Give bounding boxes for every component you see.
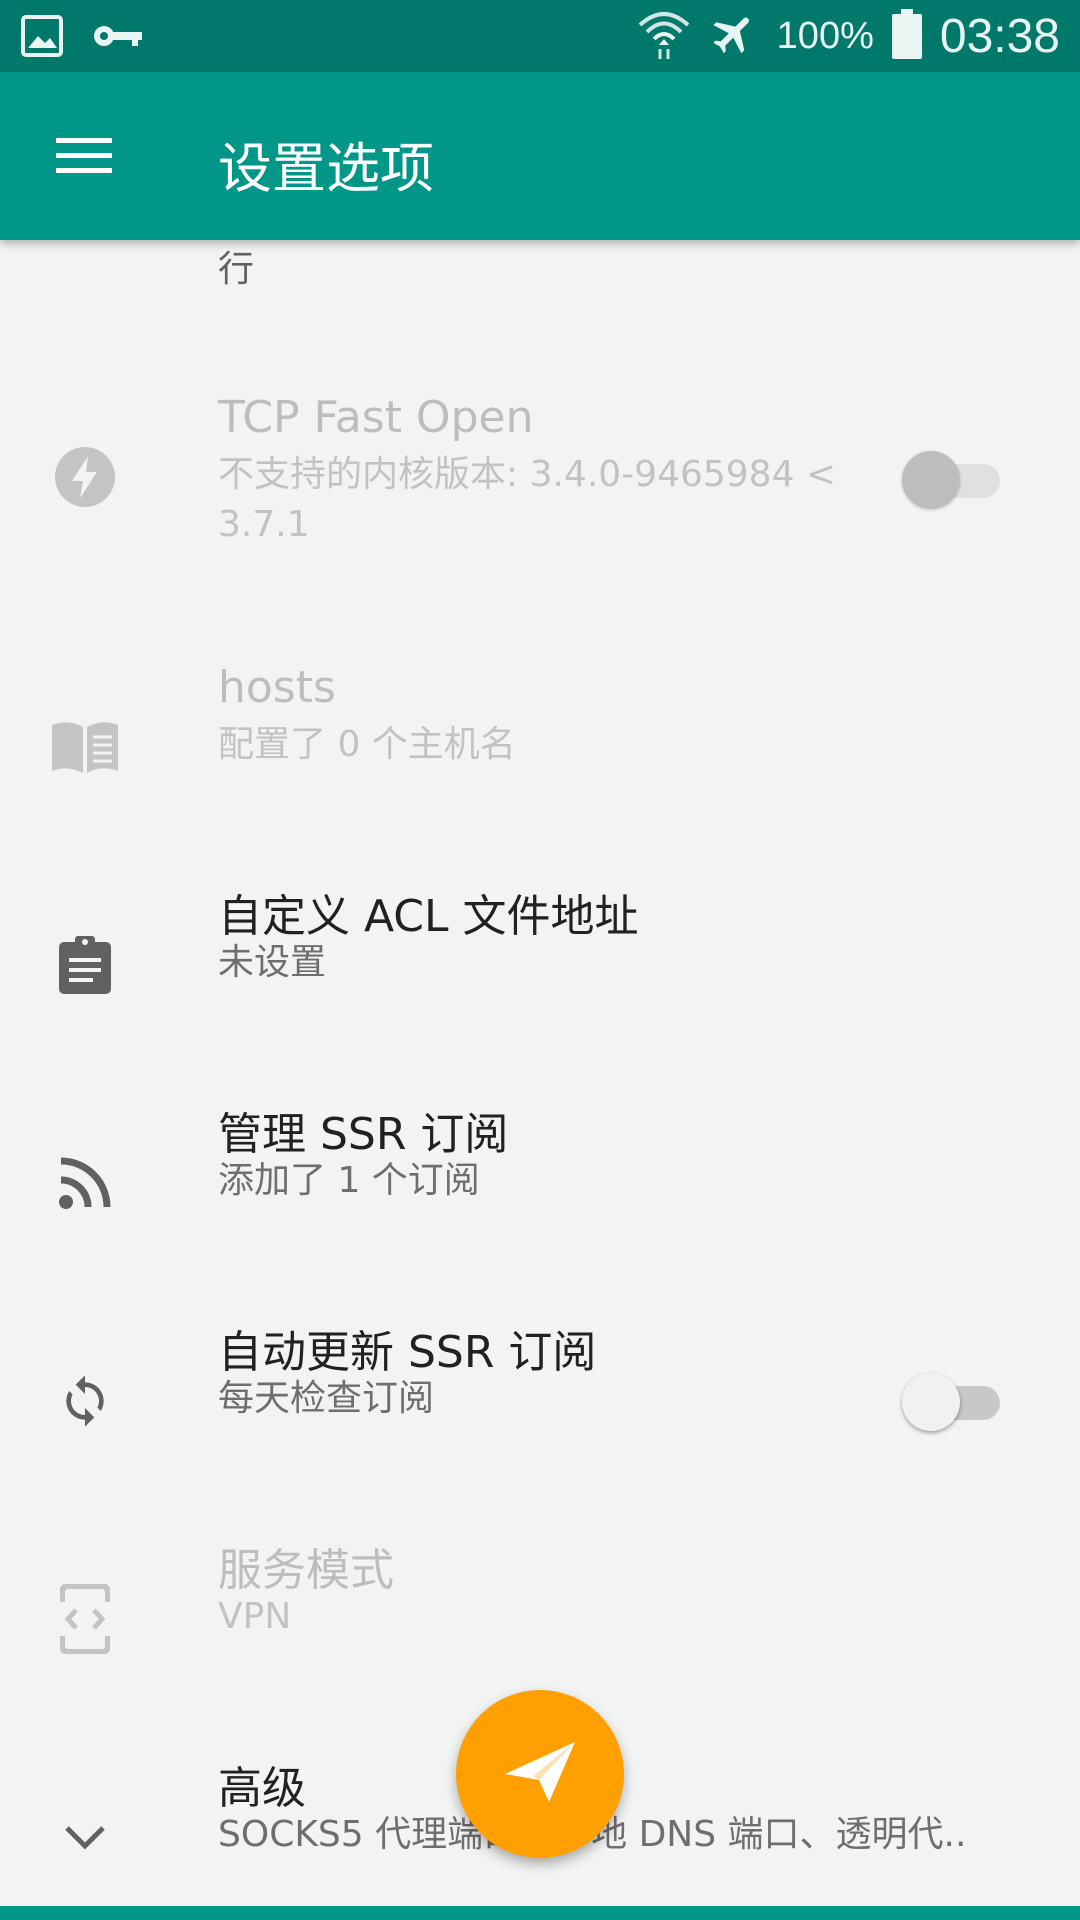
partial-summary-text: 行	[218, 249, 255, 290]
pref-auto-update-ssr[interactable]: 自动更新 SSR 订阅 每天检查订阅	[0, 1306, 1080, 1524]
rss-icon	[50, 1148, 120, 1218]
tcp-fast-open-switch	[902, 448, 1000, 509]
pref-title: 高级	[218, 1763, 306, 1814]
battery-icon	[891, 9, 922, 63]
pref-title: 自动更新 SSR 订阅	[218, 1327, 597, 1378]
developer-mode-icon	[50, 1584, 120, 1654]
wifi-icon	[637, 7, 691, 65]
vpn-key-icon	[92, 14, 146, 62]
auto-update-switch[interactable]	[902, 1370, 1000, 1431]
clipboard-icon	[50, 930, 120, 1000]
status-bar: 100% 03:38	[0, 0, 1080, 72]
pref-summary: 不支持的内核版本: 3.4.0-9465984 < 3.7.1	[218, 454, 837, 545]
pref-title: hosts	[218, 662, 336, 713]
gallery-icon	[20, 14, 64, 62]
pref-manage-ssr-subscriptions[interactable]: 管理 SSR 订阅 添加了 1 个订阅	[0, 1088, 1080, 1306]
sync-icon	[50, 1366, 120, 1436]
chevron-down-icon	[50, 1802, 120, 1872]
pref-summary: 未设置	[218, 942, 327, 983]
pref-title: 服务模式	[218, 1545, 394, 1596]
pref-tcp-fast-open: TCP Fast Open 不支持的内核版本: 3.4.0-9465984 < …	[0, 362, 1080, 580]
pref-custom-acl[interactable]: 自定义 ACL 文件地址 未设置	[0, 870, 1080, 1088]
battery-percent: 100%	[776, 14, 874, 57]
switch-thumb	[902, 451, 960, 509]
book-icon	[50, 712, 120, 782]
send-icon	[503, 1740, 577, 1808]
pref-summary: SOCKS5 代理端口、本地 DNS 端口、透明代..	[218, 1814, 967, 1855]
pref-title: TCP Fast Open	[218, 392, 534, 443]
app-toolbar: 设置选项	[0, 72, 1080, 240]
menu-icon[interactable]	[56, 134, 112, 178]
bottom-bar-edge	[0, 1906, 1080, 1920]
switch-thumb	[902, 1373, 960, 1431]
preferences-list: 行 TCP Fast Open 不支持的内核版本: 3.4.0-9465984 …	[0, 240, 1080, 1904]
pref-title: 管理 SSR 订阅	[218, 1109, 509, 1160]
pref-summary: 添加了 1 个订阅	[218, 1160, 480, 1201]
clock: 03:38	[939, 9, 1060, 63]
page-title: 设置选项	[218, 137, 434, 200]
pref-summary: 配置了 0 个主机名	[218, 724, 516, 765]
pref-hosts: hosts 配置了 0 个主机名	[0, 652, 1080, 870]
connect-fab[interactable]	[456, 1690, 624, 1858]
pref-summary: VPN	[218, 1596, 292, 1637]
pref-title: 自定义 ACL 文件地址	[218, 891, 639, 942]
airplane-icon	[709, 9, 759, 63]
pref-summary: 每天检查订阅	[218, 1378, 435, 1419]
flash-icon	[50, 442, 120, 512]
